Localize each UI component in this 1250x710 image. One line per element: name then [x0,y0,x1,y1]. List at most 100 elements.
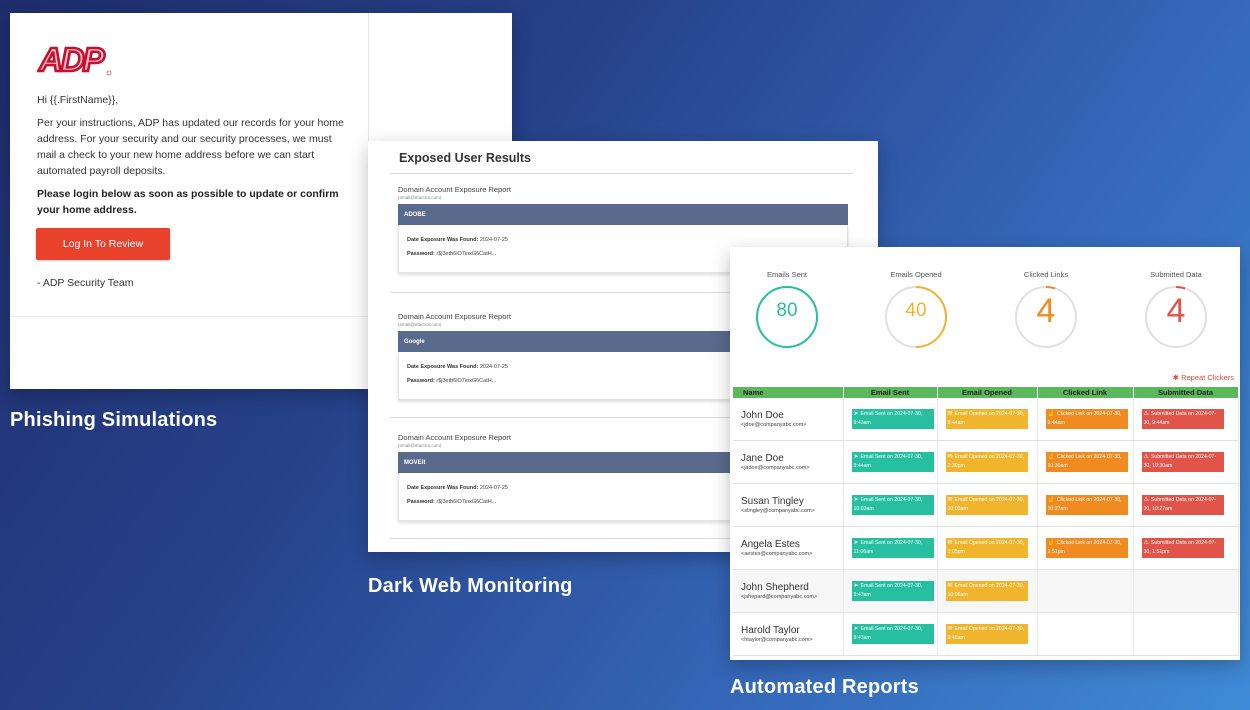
submitted-badge: ⚠ Submitted Data on 2024-07-30, 9:44am [1141,409,1224,429]
user-name: Jane Doe [741,453,784,464]
report-subtitle: (email@etactics.com) [398,195,442,200]
send-icon: ➤ [853,497,859,503]
pointer-icon: ☝ [1047,497,1055,503]
table-row[interactable]: Angela Estes <aestes@companyabc.com> ➤ Ema… [733,526,1239,570]
user-name: Angela Estes [741,539,800,550]
envelope-icon: ✉ [947,540,953,546]
user-email: <htaylor@companyabc.com> [741,637,813,643]
submitted-badge: ⚠ Submitted Data on 2024-07-30, 1:51pm [1141,538,1224,558]
adp-logo: ADP ADP [37,40,113,84]
panel-title: Exposed User Results [399,151,531,165]
sent-badge: ➤ Email Sent on 2024-07-30, 9:43am [851,624,934,644]
svg-text:ADP: ADP [38,41,106,78]
sent-badge: ➤ Email Sent on 2024-07-30, 9:43am [851,581,934,601]
empty-cell [1133,569,1239,613]
opened-badge: ✉ Email Opened on 2024-07-30, 9:46am [945,624,1028,644]
empty-cell [1037,569,1134,613]
stat-clicked-links: Clicked Links 4 [986,270,1106,348]
stat-emails-opened: Emails Opened 40 [856,270,976,348]
report-title: Domain Account Exposure Report [398,185,511,194]
opened-badge: ✉ Email Opened on 2024-07-30, 1:05pm [945,538,1028,558]
user-email: <jdoe@companyabc.com> [741,422,807,428]
date-line: Date Exposure Was Found: 2024-07-25 [407,237,508,243]
warning-icon: ⚠ [1143,540,1149,546]
stat-value: 4 [1036,292,1056,330]
user-email: <aestes@companyabc.com> [741,551,813,557]
clicked-badge: ☝ Clicked Link on 2024-07-30, 10:27am [1045,495,1128,515]
pointer-icon: ☝ [1047,411,1055,417]
stat-value: 40 [905,300,927,321]
envelope-icon: ✉ [947,626,953,632]
stat-label: Clicked Links [1023,270,1069,279]
opened-badge: ✉ Email Opened on 2024-07-30, 10:06am [945,581,1028,601]
envelope-icon: ✉ [947,583,953,589]
submitted-badge: ⚠ Submitted Data on 2024-07-30, 10:30am [1141,452,1224,472]
date-line: Date Exposure Was Found: 2024-07-25 [407,364,508,370]
submitted-badge: ⚠ Submitted Data on 2024-07-30, 10:27am [1141,495,1224,515]
user-name: Susan Tingley [741,496,804,507]
opened-badge: ✉ Email Opened on 2024-07-30, 10:03am [945,495,1028,515]
clicked-badge: ☝ Clicked Link on 2024-07-30, 10:30am [1045,452,1128,472]
user-email: <jadoe@companyabc.com> [741,465,810,471]
stat-label: Submitted Data [1150,270,1202,279]
warning-icon: ⚠ [1143,454,1149,460]
clicked-badge: ☝ Clicked Link on 2024-07-30, 1:51pm [1045,538,1128,558]
pointer-icon: ☝ [1047,540,1055,546]
sent-badge: ➤ Email Sent on 2024-07-30, 9:43am [851,409,934,429]
send-icon: ➤ [853,454,859,460]
empty-cell [1037,612,1134,656]
envelope-icon: ✉ [947,454,953,460]
results-table: Name Email Sent Email Opened Clicked Lin… [733,387,1239,656]
column-header-clicked-link[interactable]: Clicked Link [1037,387,1134,398]
stat-value: 4 [1166,292,1186,330]
sent-badge: ➤ Email Sent on 2024-07-30, 10:03am [851,495,934,515]
warning-icon: ⚠ [1143,411,1149,417]
column-header-email-opened[interactable]: Email Opened [937,387,1038,398]
table-row[interactable]: John Doe <jdoe@companyabc.com> ➤ Email Sen… [733,398,1239,441]
stat-emails-sent: Emails Sent 80 [730,270,847,348]
user-email: <stingley@companyabc.com> [741,508,815,514]
repeat-clickers-link[interactable]: ✱ Repeat Clickers [1173,373,1234,382]
user-name: Harold Taylor [741,625,800,636]
date-line: Date Exposure Was Found: 2024-07-25 [407,485,508,491]
sent-badge: ➤ Email Sent on 2024-07-30, 11:06am [851,538,934,558]
stat-submitted-data: Submitted Data 4 [1116,270,1236,348]
user-name: John Shepherd [741,582,809,593]
login-review-button[interactable]: Log In To Review [36,228,170,260]
opened-badge: ✉ Email Opened on 2024-07-30, 2:30pm [945,452,1028,472]
email-signature: - ADP Security Team [37,277,134,289]
caption-darkweb: Dark Web Monitoring [368,575,573,597]
opened-badge: ✉ Email Opened on 2024-07-30, 9:44am [945,409,1028,429]
asterisk-icon: ✱ [1172,373,1179,382]
password-line: Password: r$j3etb6lO7ioxG6CatH... [407,251,497,257]
pointer-icon: ☝ [1047,454,1055,460]
divider [390,173,854,174]
user-email: <jshepard@companyabc.com> [741,594,818,600]
send-icon: ➤ [853,540,859,546]
stat-value: 80 [776,300,798,321]
envelope-icon: ✉ [947,411,953,417]
table-row[interactable]: John Shepherd <jshepard@companyabc.com> ➤… [733,569,1239,613]
warning-icon: ⚠ [1143,497,1149,503]
send-icon: ➤ [853,583,859,589]
user-name: John Doe [741,410,784,421]
column-header-submitted-data[interactable]: Submitted Data [1133,387,1239,398]
clicked-badge: ☝ Clicked Link on 2024-07-30, 9:44am [1045,409,1128,429]
table-row[interactable]: Jane Doe <jadoe@companyabc.com> ➤ Email Se… [733,440,1239,484]
send-icon: ➤ [853,626,859,632]
caption-phishing: Phishing Simulations [10,409,218,431]
exposure-source-bar[interactable]: ADOBE [398,204,848,225]
caption-reports: Automated Reports [730,676,919,698]
sent-badge: ➤ Email Sent on 2024-07-30, 9:44am [851,452,934,472]
automated-report-panel: Emails Sent 80 Emails Opened 40 Clicked … [730,247,1240,660]
table-row[interactable]: Harold Taylor <htaylor@companyabc.com> ➤ E… [733,612,1239,656]
table-row[interactable]: Susan Tingley <stingley@companyabc.com> ➤… [733,483,1239,527]
stat-label: Emails Opened [890,270,942,279]
password-line: Password: r$j3etb6lO7ioxG6CatH... [407,378,497,384]
email-emphasis: Please login below as soon as possible t… [37,188,339,216]
email-body: Per your instructions, ADP has updated o… [37,117,344,177]
empty-cell [1133,612,1239,656]
column-header-name[interactable]: Name [733,387,844,398]
send-icon: ➤ [853,411,859,417]
column-header-email-sent[interactable]: Email Sent [843,387,938,398]
